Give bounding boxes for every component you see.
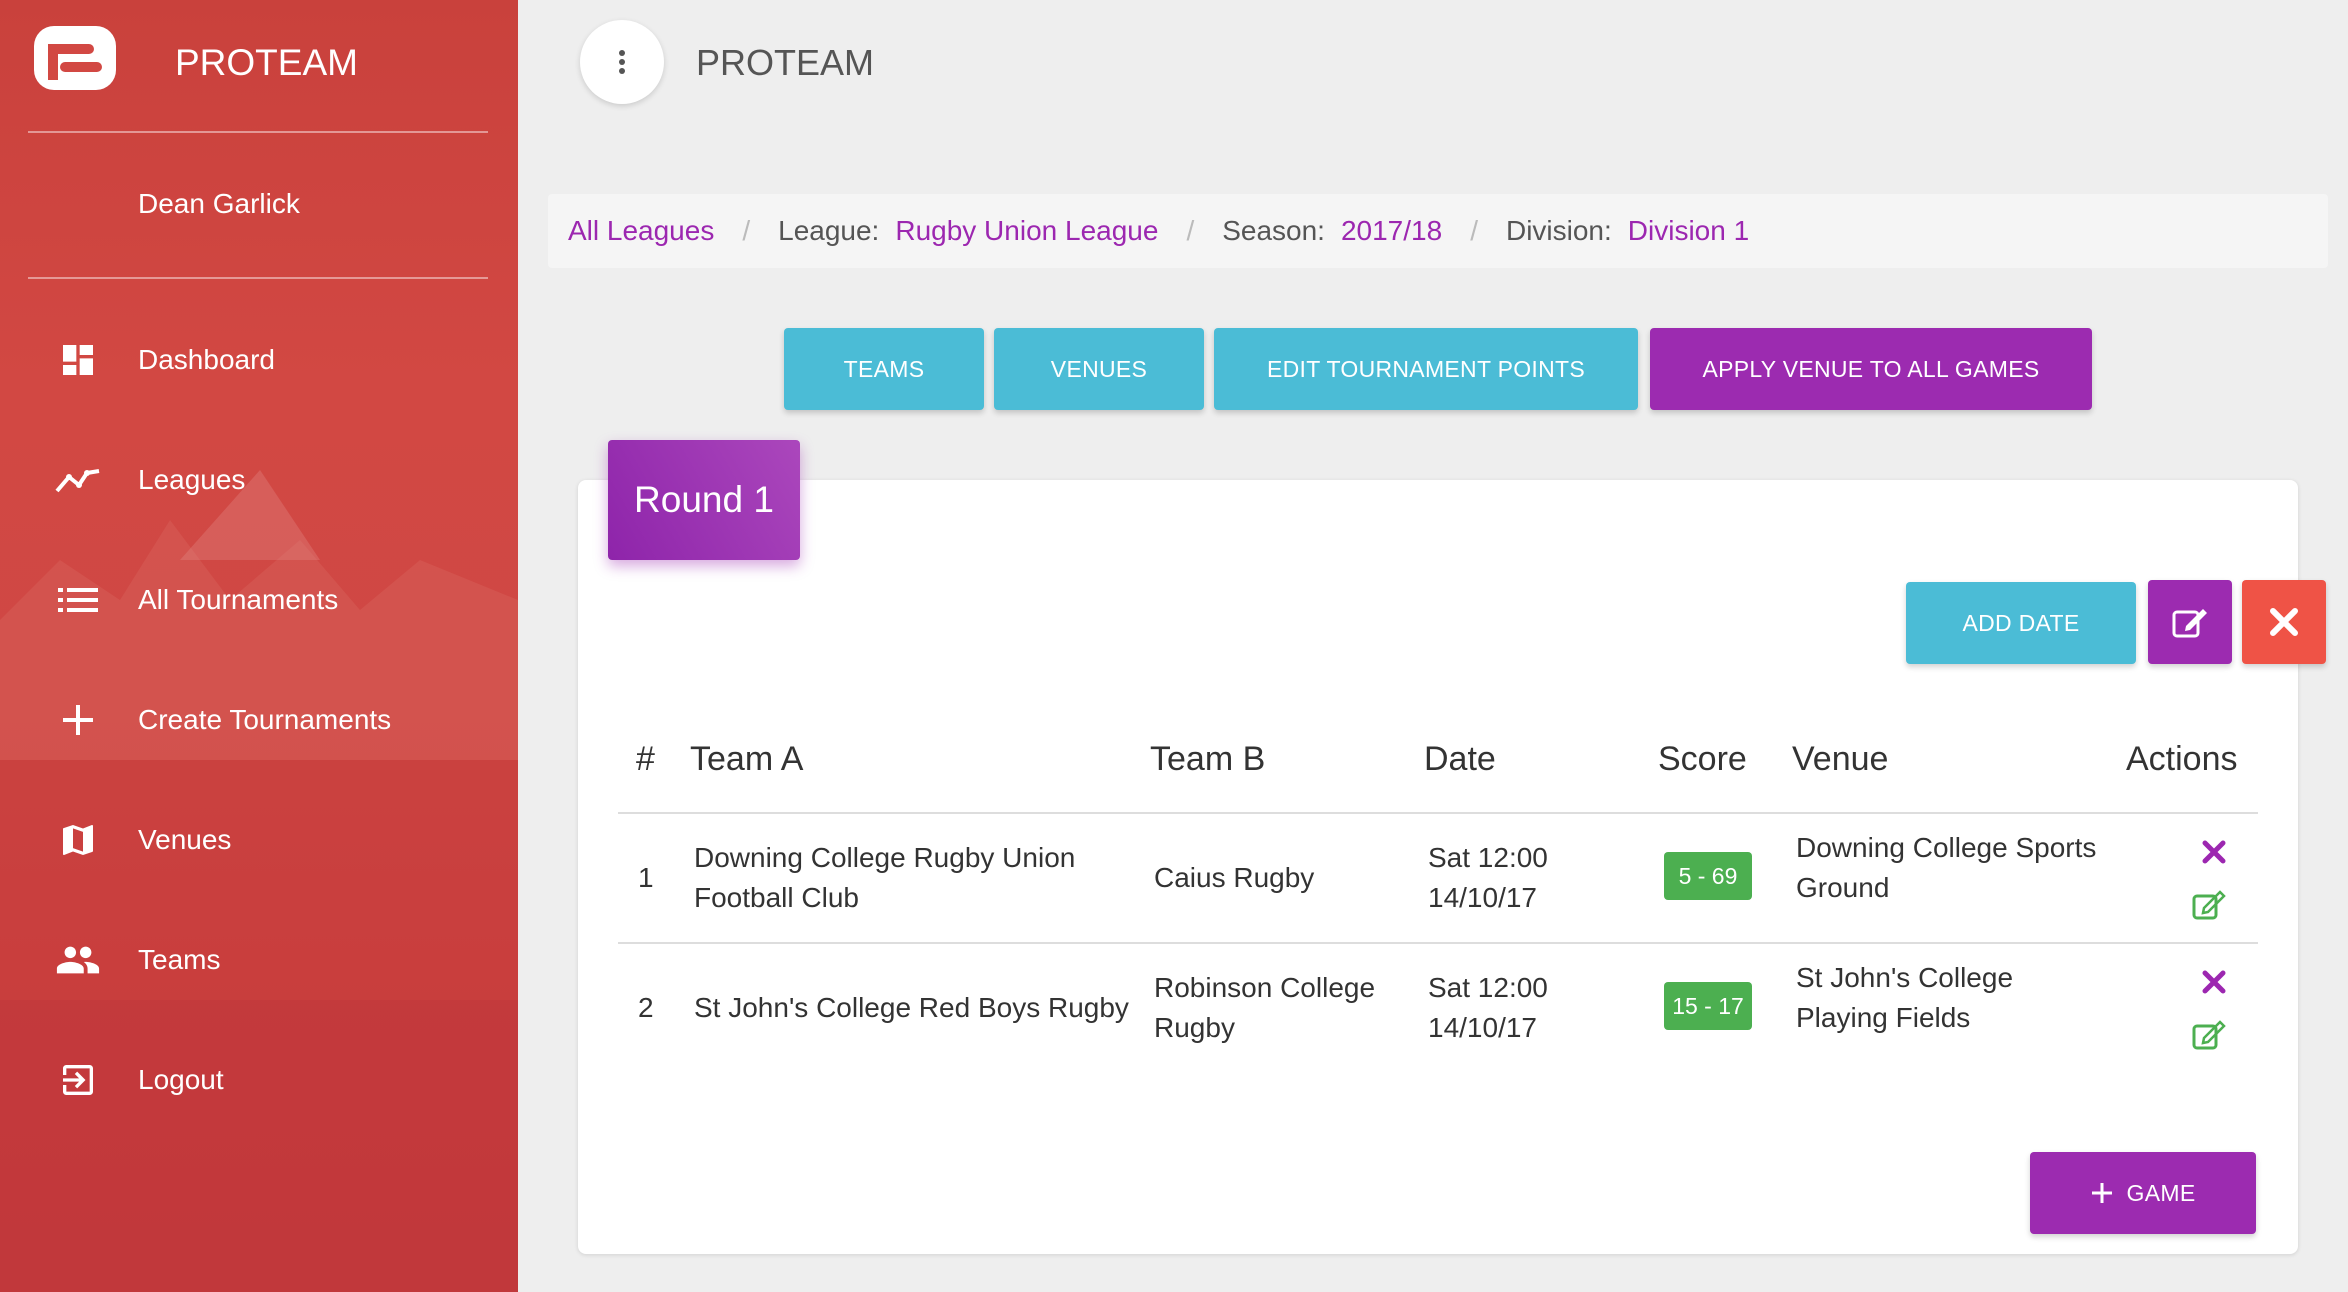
dashboard-icon	[54, 336, 102, 384]
sidebar-item-teams[interactable]: Teams	[0, 920, 518, 1000]
add-date-button[interactable]: ADD DATE	[1906, 582, 2136, 664]
venue: St John's College Playing Fields	[1796, 962, 2014, 1033]
breadcrumb-division-label: Division:	[1505, 215, 1612, 246]
game-number: 2	[638, 992, 654, 1023]
breadcrumb-separator: /	[1470, 215, 1478, 246]
venues-button[interactable]: VENUES	[994, 328, 1204, 410]
delete-round-button[interactable]	[2242, 580, 2326, 664]
team-a: Downing College Rugby Union Football Clu…	[694, 842, 1076, 913]
user-name[interactable]: Dean Garlick	[138, 188, 300, 220]
breadcrumb-division[interactable]: Division 1	[1628, 215, 1749, 247]
column-header-team-b: Team B	[1150, 740, 1266, 778]
brand[interactable]: PROTEAM	[32, 24, 358, 92]
delete-game-button[interactable]	[2196, 964, 2232, 1000]
team-b: Caius Rugby	[1154, 862, 1315, 893]
column-header-score: Score	[1658, 740, 1747, 778]
close-icon	[2270, 608, 2298, 636]
game-date: Sat 12:00 14/10/17	[1428, 972, 1548, 1043]
team-b: Robinson College Rugby	[1154, 972, 1376, 1043]
round-title: Round 1	[608, 440, 800, 560]
column-header-number: #	[636, 740, 655, 778]
team-a: St John's College Red Boys Rugby	[694, 992, 1129, 1023]
delete-game-button[interactable]	[2196, 834, 2232, 870]
table-divider	[618, 812, 2258, 814]
close-icon	[2202, 970, 2226, 994]
sidebar-item-venues[interactable]: Venues	[0, 800, 518, 880]
venue: Downing College Sports Ground	[1796, 832, 2097, 903]
plus-icon	[54, 696, 102, 744]
edit-game-button[interactable]	[2192, 1016, 2228, 1052]
more-vert-icon	[619, 50, 625, 74]
sidebar-item-label: Dashboard	[138, 344, 275, 375]
edit-icon	[2192, 1020, 2226, 1050]
sidebar-item-leagues[interactable]: Leagues	[0, 440, 518, 520]
column-header-actions: Actions	[2126, 740, 2238, 778]
edit-game-button[interactable]	[2192, 886, 2228, 922]
sidebar-item-create-tournaments[interactable]: Create Tournaments	[0, 680, 518, 760]
score-badge: 5 - 69	[1664, 852, 1752, 900]
breadcrumb-all-leagues[interactable]: All Leagues	[568, 215, 714, 247]
breadcrumb-season[interactable]: 2017/18	[1341, 215, 1442, 247]
edit-round-button[interactable]	[2148, 580, 2232, 664]
brand-name: PROTEAM	[175, 42, 358, 83]
proteam-logo-icon	[34, 26, 116, 90]
teams-button[interactable]: TEAMS	[784, 328, 984, 410]
page-title: PROTEAM	[696, 42, 875, 83]
add-game-button[interactable]: GAME	[2030, 1152, 2256, 1234]
sidebar: PROTEAM Dean Garlick Dashboard Leagues A…	[0, 0, 518, 1292]
sidebar-item-label: Teams	[138, 944, 221, 975]
sidebar-item-label: All Tournaments	[138, 584, 339, 615]
sidebar-item-label: Create Tournaments	[138, 704, 392, 735]
table-divider	[618, 942, 2258, 944]
logout-icon	[54, 1056, 102, 1104]
sidebar-item-label: Logout	[138, 1064, 224, 1095]
people-icon	[54, 936, 102, 984]
map-icon	[54, 816, 102, 864]
score-badge: 15 - 17	[1664, 982, 1752, 1030]
sidebar-item-all-tournaments[interactable]: All Tournaments	[0, 560, 518, 640]
breadcrumb-league-label: League:	[778, 215, 880, 246]
add-game-label: GAME	[2126, 1179, 2196, 1206]
close-icon	[2202, 840, 2226, 864]
timeline-icon	[54, 456, 102, 504]
edit-icon	[2172, 609, 2207, 638]
plus-icon	[2091, 1183, 2112, 1203]
sidebar-item-label: Venues	[138, 824, 232, 855]
edit-tournament-points-button[interactable]: EDIT TOURNAMENT POINTS	[1214, 328, 1638, 410]
list-icon	[54, 576, 102, 624]
apply-venue-to-all-games-button[interactable]: APPLY VENUE TO ALL GAMES	[1650, 328, 2092, 410]
column-header-date: Date	[1424, 740, 1496, 778]
breadcrumb-separator: /	[1186, 215, 1195, 246]
edit-icon	[2192, 890, 2226, 920]
breadcrumb-season-label: Season:	[1222, 215, 1325, 246]
sidebar-item-dashboard[interactable]: Dashboard	[0, 320, 518, 400]
breadcrumb: All Leagues / League: Rugby Union League…	[548, 194, 2328, 268]
more-menu-button[interactable]	[580, 20, 664, 104]
sidebar-divider	[28, 131, 488, 133]
breadcrumb-separator: /	[742, 215, 751, 246]
sidebar-divider	[28, 277, 488, 279]
sidebar-item-logout[interactable]: Logout	[0, 1040, 518, 1120]
game-date: Sat 12:00 14/10/17	[1428, 842, 1548, 913]
column-header-venue: Venue	[1792, 740, 1889, 778]
column-header-team-a: Team A	[690, 740, 804, 778]
game-number: 1	[638, 862, 654, 893]
sidebar-item-label: Leagues	[138, 464, 246, 495]
breadcrumb-league[interactable]: Rugby Union League	[895, 215, 1158, 247]
